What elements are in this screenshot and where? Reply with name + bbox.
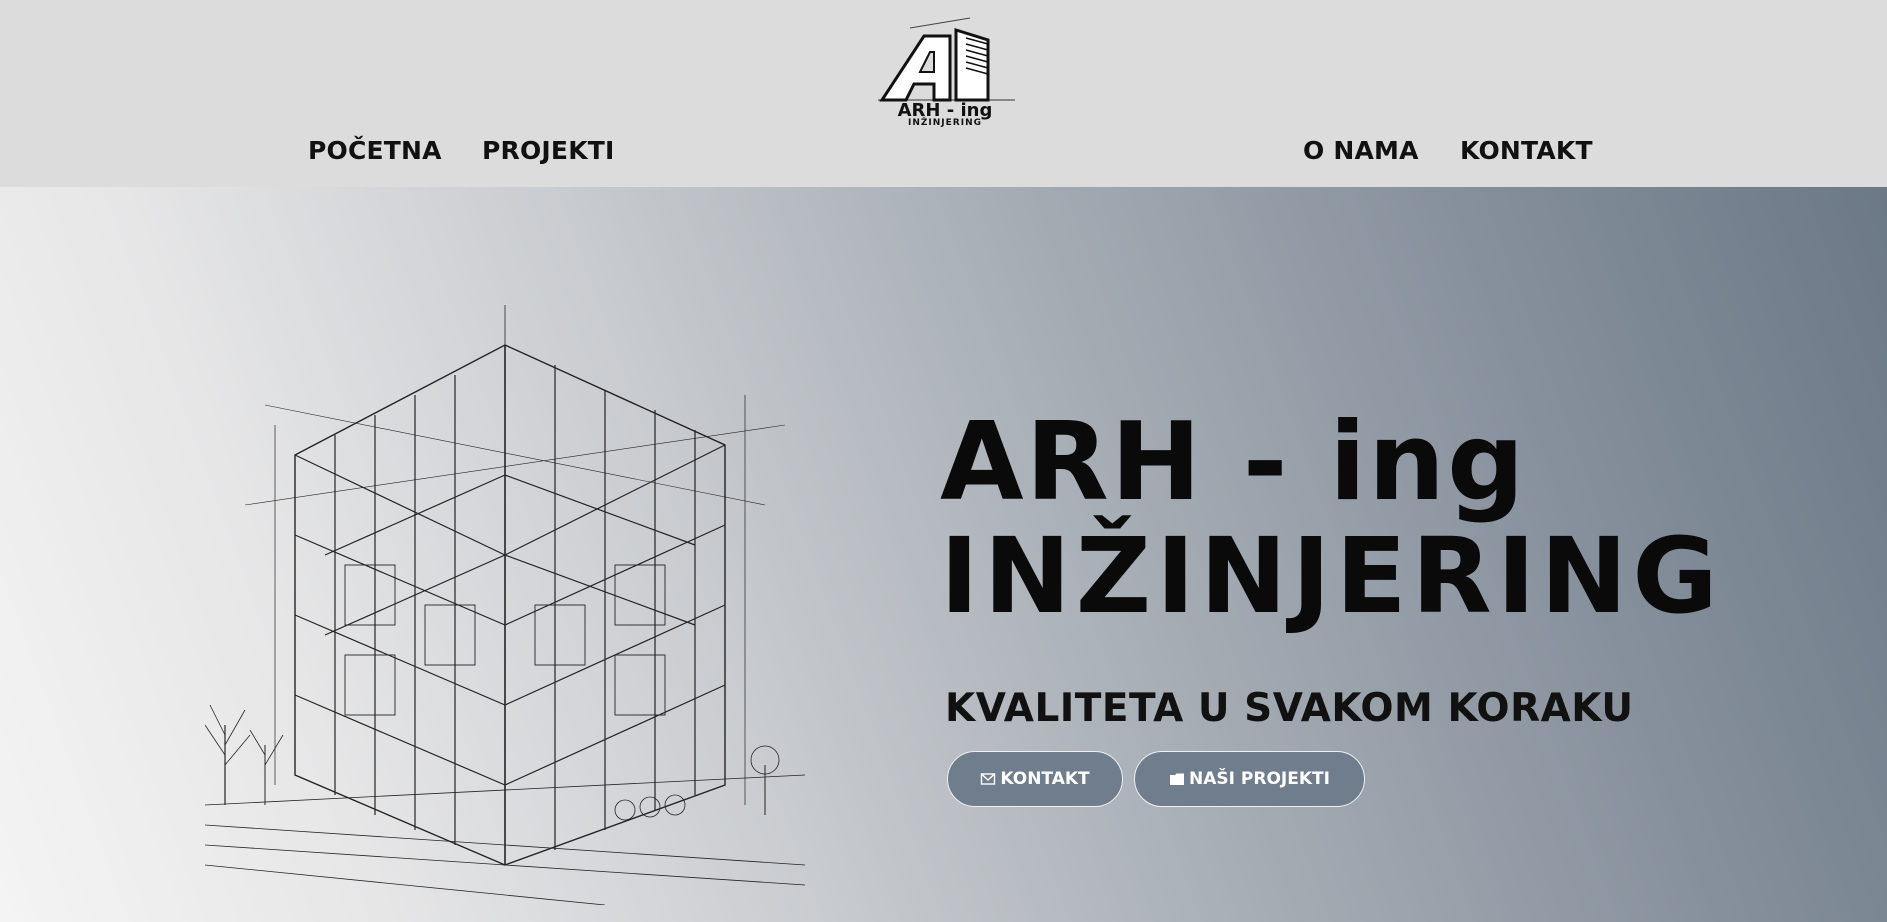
- logo-mark: [878, 17, 1015, 102]
- nav-link-contact[interactable]: KONTAKT: [1460, 136, 1593, 165]
- projects-button-label: NAŠI PROJEKTI: [1189, 769, 1330, 789]
- folder-icon: [1170, 773, 1185, 785]
- contact-button-label: KONTAKT: [1000, 769, 1090, 789]
- contact-button[interactable]: KONTAKT: [947, 751, 1123, 807]
- nav-link-about[interactable]: O NAMA: [1303, 136, 1419, 165]
- hero-subtitle: KVALITETA U SVAKOM KORAKU: [945, 686, 1634, 731]
- hero-title-line1: ARH - ing: [940, 400, 1527, 525]
- nav-link-projects[interactable]: PROJEKTI: [482, 136, 615, 165]
- nav-link-home[interactable]: POČETNA: [308, 136, 442, 165]
- site-logo[interactable]: ARH - ing INŽINJERING: [870, 16, 1020, 128]
- hero-title-line2: INŽINJERING: [940, 515, 1723, 637]
- logo-tagline: INŽINJERING: [908, 118, 982, 128]
- building-sketch-image: [205, 305, 805, 905]
- projects-button[interactable]: NAŠI PROJEKTI: [1134, 751, 1365, 807]
- site-header: POČETNA PROJEKTI ARH - ing INŽINJERING O…: [0, 0, 1887, 187]
- envelope-icon: [981, 773, 996, 785]
